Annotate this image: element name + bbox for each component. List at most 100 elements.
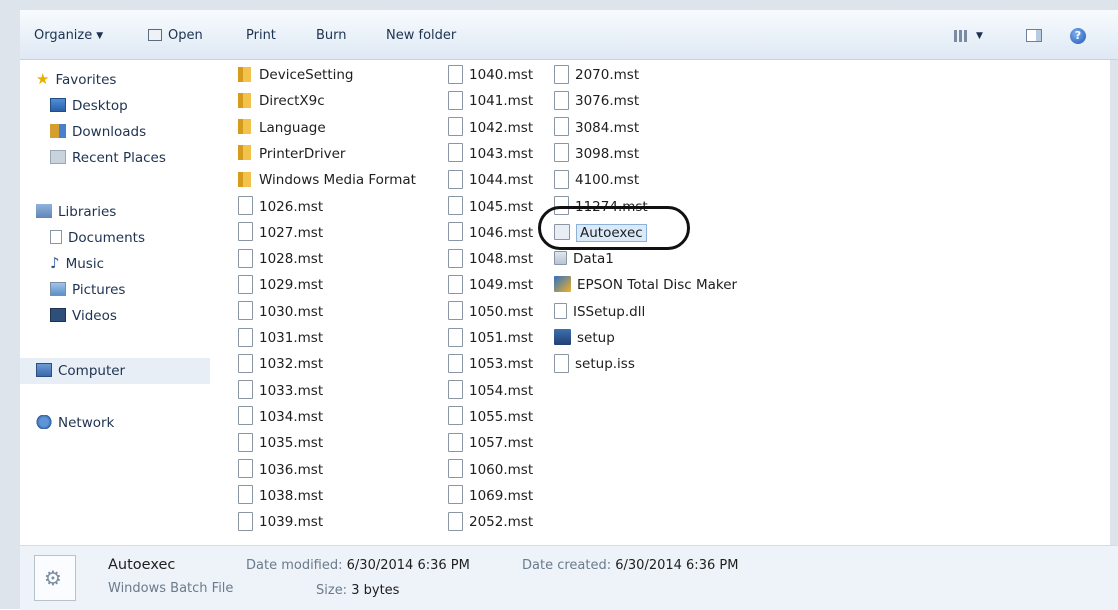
file-item-directx9c[interactable]: DirectX9c xyxy=(238,90,325,113)
file-item-1045-mst[interactable]: 1045.mst xyxy=(448,196,533,219)
file-item-1041-mst[interactable]: 1041.mst xyxy=(448,90,533,113)
help-button[interactable]: ? xyxy=(1070,26,1086,46)
nav-documents[interactable]: Documents xyxy=(50,227,145,249)
file-item-setup-iss[interactable]: setup.iss xyxy=(554,353,635,376)
file-item-1053-mst[interactable]: 1053.mst xyxy=(448,353,533,376)
file-item-printerdriver[interactable]: PrinterDriver xyxy=(238,143,345,166)
organize-button[interactable]: Organize ▼ xyxy=(34,26,103,46)
file-item-1027-mst[interactable]: 1027.mst xyxy=(238,222,323,245)
file-item-1038-mst[interactable]: 1038.mst xyxy=(238,485,323,508)
preview-pane-button[interactable] xyxy=(1026,26,1042,46)
file-item-2070-mst[interactable]: 2070.mst xyxy=(554,64,639,87)
file-icon xyxy=(238,274,253,294)
file-icon xyxy=(448,327,463,347)
file-name-label: setup xyxy=(577,330,615,346)
nav-recent-places[interactable]: Recent Places xyxy=(50,147,166,169)
file-item-1043-mst[interactable]: 1043.mst xyxy=(448,143,533,166)
file-icon xyxy=(238,485,253,505)
file-item-3076-mst[interactable]: 3076.mst xyxy=(554,90,639,113)
nav-computer-row[interactable]: Computer xyxy=(20,358,210,384)
file-icon xyxy=(448,143,463,163)
file-item-epson-total-disc-maker[interactable]: EPSON Total Disc Maker xyxy=(554,274,737,297)
file-item-1034-mst[interactable]: 1034.mst xyxy=(238,406,323,429)
nav-videos[interactable]: Videos xyxy=(50,305,117,327)
folder-icon xyxy=(238,171,251,187)
file-item-data1[interactable]: Data1 xyxy=(554,248,614,271)
file-item-1046-mst[interactable]: 1046.mst xyxy=(448,222,533,245)
file-item-1049-mst[interactable]: 1049.mst xyxy=(448,274,533,297)
file-item-1035-mst[interactable]: 1035.mst xyxy=(238,432,323,455)
file-item-1030-mst[interactable]: 1030.mst xyxy=(238,301,323,324)
nav-computer[interactable]: Computer xyxy=(36,360,125,382)
view-options-button[interactable]: ▼ xyxy=(954,26,983,46)
file-icon xyxy=(448,432,463,452)
file-item-3098-mst[interactable]: 3098.mst xyxy=(554,143,639,166)
file-name-label: Language xyxy=(259,119,326,136)
file-item-1050-mst[interactable]: 1050.mst xyxy=(448,301,533,324)
file-item-3084-mst[interactable]: 3084.mst xyxy=(554,117,639,140)
file-item-1039-mst[interactable]: 1039.mst xyxy=(238,511,323,534)
file-icon xyxy=(554,117,569,137)
new-folder-button[interactable]: New folder xyxy=(386,26,456,46)
file-item-1044-mst[interactable]: 1044.mst xyxy=(448,169,533,192)
file-name-label: 4100.mst xyxy=(575,172,640,189)
preview-pane-icon xyxy=(1026,29,1042,42)
nav-desktop[interactable]: Desktop xyxy=(50,95,128,117)
open-button[interactable]: Open xyxy=(148,26,203,46)
nav-favorites[interactable]: ★ Favorites xyxy=(36,69,116,91)
file-item-language[interactable]: Language xyxy=(238,117,326,140)
file-item-1036-mst[interactable]: 1036.mst xyxy=(238,459,323,482)
nav-libraries[interactable]: Libraries xyxy=(36,201,116,223)
file-icon xyxy=(448,380,463,400)
file-item-1032-mst[interactable]: 1032.mst xyxy=(238,353,323,376)
nav-downloads-label: Downloads xyxy=(72,124,147,140)
file-icon xyxy=(448,353,463,373)
nav-favorites-label: Favorites xyxy=(55,72,117,88)
file-item-1057-mst[interactable]: 1057.mst xyxy=(448,432,533,455)
highlight-ring xyxy=(538,206,690,250)
file-item-1069-mst[interactable]: 1069.mst xyxy=(448,485,533,508)
file-item-1054-mst[interactable]: 1054.mst xyxy=(448,380,533,403)
file-item-1060-mst[interactable]: 1060.mst xyxy=(448,459,533,482)
burn-button[interactable]: Burn xyxy=(316,26,347,46)
file-icon xyxy=(554,143,569,163)
explorer-window: Organize ▼ Open Print Burn New folder ▼ ?… xyxy=(0,0,1118,610)
file-item-1028-mst[interactable]: 1028.mst xyxy=(238,248,323,271)
file-item-1026-mst[interactable]: 1026.mst xyxy=(238,196,323,219)
file-name-label: ISSetup.dll xyxy=(573,303,646,320)
burn-label: Burn xyxy=(316,28,347,43)
file-name-label: Windows Media Format xyxy=(259,172,416,189)
file-item-1051-mst[interactable]: 1051.mst xyxy=(448,327,533,350)
nav-pictures[interactable]: Pictures xyxy=(50,279,125,301)
file-item-windows-media-format[interactable]: Windows Media Format xyxy=(238,169,416,192)
file-item-setup[interactable]: setup xyxy=(554,327,615,350)
nav-pictures-label: Pictures xyxy=(72,282,126,298)
nav-libraries-label: Libraries xyxy=(58,204,117,220)
file-item-devicesetting[interactable]: DeviceSetting xyxy=(238,64,354,87)
nav-downloads[interactable]: Downloads xyxy=(50,121,146,143)
folder-icon xyxy=(238,92,251,108)
nav-network[interactable]: Network xyxy=(36,412,114,434)
file-item-1048-mst[interactable]: 1048.mst xyxy=(448,248,533,271)
print-button[interactable]: Print xyxy=(246,26,276,46)
nav-music[interactable]: ♪ Music xyxy=(50,253,104,275)
file-icon xyxy=(448,406,463,426)
file-item-1055-mst[interactable]: 1055.mst xyxy=(448,406,533,429)
file-item-1031-mst[interactable]: 1031.mst xyxy=(238,327,323,350)
file-item-1029-mst[interactable]: 1029.mst xyxy=(238,274,323,297)
file-name-label: 1046.mst xyxy=(469,224,534,241)
file-item-2052-mst[interactable]: 2052.mst xyxy=(448,511,533,534)
file-name-label: DirectX9c xyxy=(259,93,325,110)
file-item-4100-mst[interactable]: 4100.mst xyxy=(554,169,639,192)
file-item-1033-mst[interactable]: 1033.mst xyxy=(238,380,323,403)
details-size: Size: 3 bytes xyxy=(316,583,399,598)
file-icon xyxy=(554,90,569,110)
folder-icon xyxy=(238,145,251,161)
file-item-issetup-dll[interactable]: ISSetup.dll xyxy=(554,301,645,324)
file-name-label: 1069.mst xyxy=(469,487,534,504)
file-name-label: 1051.mst xyxy=(469,330,534,346)
file-icon xyxy=(238,301,253,321)
file-name-label: DeviceSetting xyxy=(259,67,354,83)
file-item-1042-mst[interactable]: 1042.mst xyxy=(448,117,533,140)
file-item-1040-mst[interactable]: 1040.mst xyxy=(448,64,533,87)
